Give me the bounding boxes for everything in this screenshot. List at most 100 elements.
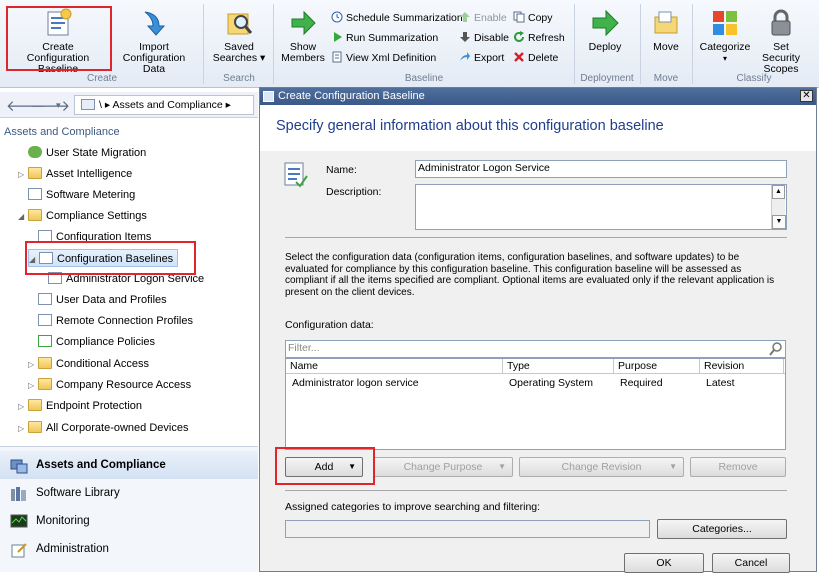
collapse-arrow-icon[interactable]: ◢ [18,208,28,226]
remove-button[interactable]: Remove [690,457,786,477]
categories-button[interactable]: Categories... [657,519,787,539]
software-library-icon [10,485,28,501]
metering-icon [28,188,42,200]
expand-arrow-icon[interactable]: ▷ [18,398,28,416]
tree-item-user-data-and-profiles[interactable]: User Data and Profiles [28,291,167,309]
tree-item-asset-intelligence[interactable]: ▷ Asset Intelligence [18,165,132,183]
move-folder-icon [651,8,681,38]
saved-searches-label-2: Searches ▾ [212,52,266,64]
group-search-label: Search [223,73,255,84]
folder-icon [38,378,52,390]
schedule-summarization-button[interactable]: Schedule Summarization [331,10,463,26]
workspace-software-library[interactable]: Software Library [0,479,258,507]
show-members-arrow-icon [288,8,318,38]
workspace-label: Software Library [36,487,120,499]
workspace-label: Assets and Compliance [36,459,166,471]
tree-item-administrator-logon-service[interactable]: Administrator Logon Service [38,270,204,288]
workspace-monitoring[interactable]: Monitoring [0,507,258,535]
description-label: Description: [326,186,382,198]
run-summarization-button[interactable]: Run Summarization [331,30,438,46]
column-header-type[interactable]: Type [503,359,614,374]
refresh-button[interactable]: Refresh [513,30,565,46]
categorize-button[interactable]: Categorize ▾ [697,8,753,64]
export-button[interactable]: Export [459,50,504,66]
expand-arrow-icon[interactable]: ▷ [28,377,38,395]
assets-compliance-icon [10,457,28,474]
tree-item-user-state-migration[interactable]: User State Migration [18,144,146,162]
filter-input[interactable]: Filter... [285,340,786,358]
tree-item-label: Configuration Baselines [57,253,174,265]
group-baseline-label: Baseline [404,73,444,84]
ribbon-separator [692,4,693,84]
ok-button[interactable]: OK [624,553,704,573]
description-scrollbar[interactable]: ▲ ▼ [771,185,786,229]
workspace-label: Administration [36,543,109,555]
cancel-button[interactable]: Cancel [712,553,790,573]
tree-item-configuration-items[interactable]: Configuration Items [28,228,151,246]
dropdown-arrow-icon: ▼ [669,462,677,471]
add-button[interactable]: Add ▼ [285,457,363,477]
cell-revision: Latest [706,377,735,389]
baseline-document-icon [48,272,62,284]
delete-button[interactable]: Delete [513,50,558,66]
description-textarea[interactable] [415,184,787,230]
tree-item-compliance-policies[interactable]: Compliance Policies [28,333,155,351]
change-purpose-button[interactable]: Change Purpose ▼ [373,457,513,477]
workspace-assets-and-compliance[interactable]: Assets and Compliance [0,451,258,479]
create-configuration-baseline-button[interactable]: Create Configuration Baseline [8,8,108,75]
column-header-revision[interactable]: Revision [700,359,784,374]
forward-arrow-icon[interactable]: 🡒 [30,96,70,115]
close-icon[interactable]: ✕ [800,90,813,102]
scroll-down-icon[interactable]: ▼ [772,215,786,229]
tree-item-company-resource-access[interactable]: ▷ Company Resource Access [28,376,191,394]
folder-icon [28,209,42,221]
workspace-administration[interactable]: Administration [0,535,258,563]
tree-item-label: Endpoint Protection [46,400,143,412]
expand-arrow-icon[interactable]: ▷ [28,356,38,374]
delete-label: Delete [528,52,559,64]
tree-item-label: Software Metering [46,189,136,201]
search-icon[interactable] [769,342,783,359]
column-header-purpose[interactable]: Purpose [614,359,700,374]
tree-item-conditional-access[interactable]: ▷ Conditional Access [28,355,149,373]
name-input[interactable]: Administrator Logon Service [415,160,787,178]
copy-button[interactable]: Copy [513,10,553,26]
tree-item-compliance-settings[interactable]: ◢ Compliance Settings [18,207,147,225]
change-revision-button[interactable]: Change Revision ▼ [519,457,684,477]
move-button[interactable]: Move [644,8,688,53]
saved-searches-button[interactable]: Saved Searches ▾ [208,8,270,64]
tree-item-label: Compliance Settings [46,210,147,222]
ribbon-separator [273,4,274,84]
create-baseline-label-2: Configuration Baseline [26,52,90,75]
monitoring-icon [10,513,28,529]
categorize-icon [710,8,740,38]
tree-item-software-metering[interactable]: Software Metering [18,186,135,204]
lock-icon [766,8,796,38]
deploy-arrow-icon [590,8,620,38]
expand-arrow-icon[interactable]: ▷ [18,166,28,184]
set-security-scopes-button[interactable]: Set Security Scopes [753,8,809,75]
tree-item-all-corporate-owned-devices[interactable]: ▷ All Corporate-owned Devices [18,419,188,437]
collapse-arrow-icon[interactable]: ◢ [29,251,39,269]
add-button-label: Add [314,461,334,473]
expand-arrow-icon[interactable]: ▷ [18,420,28,438]
dialog-title: Create Configuration Baseline [278,90,425,102]
tree-item-configuration-baselines[interactable]: ◢ Configuration Baselines [28,249,179,269]
show-members-button[interactable]: Show Members [278,8,328,64]
baseline-document-icon [282,160,308,191]
deploy-button[interactable]: Deploy [580,8,630,53]
ribbon-separator [574,4,575,84]
tree-item-endpoint-protection[interactable]: ▷ Endpoint Protection [18,397,142,415]
column-header-name[interactable]: Name [286,359,503,374]
history-dropdown-icon[interactable]: ▾ [56,100,61,111]
tree-item-remote-connection-profiles[interactable]: Remote Connection Profiles [28,312,193,330]
view-xml-definition-button[interactable]: View Xml Definition [331,50,436,66]
disable-button[interactable]: Disable [459,30,509,46]
checkmark-icon [38,335,52,347]
breadcrumb-text: \ ▸ Assets and Compliance ▸ [99,99,231,111]
folder-icon [38,357,52,369]
scroll-up-icon[interactable]: ▲ [772,185,785,199]
breadcrumb[interactable]: \ ▸ Assets and Compliance ▸ [74,95,254,115]
enable-button[interactable]: Enable [459,10,507,26]
import-configuration-data-button[interactable]: Import Configuration Data [112,8,196,75]
